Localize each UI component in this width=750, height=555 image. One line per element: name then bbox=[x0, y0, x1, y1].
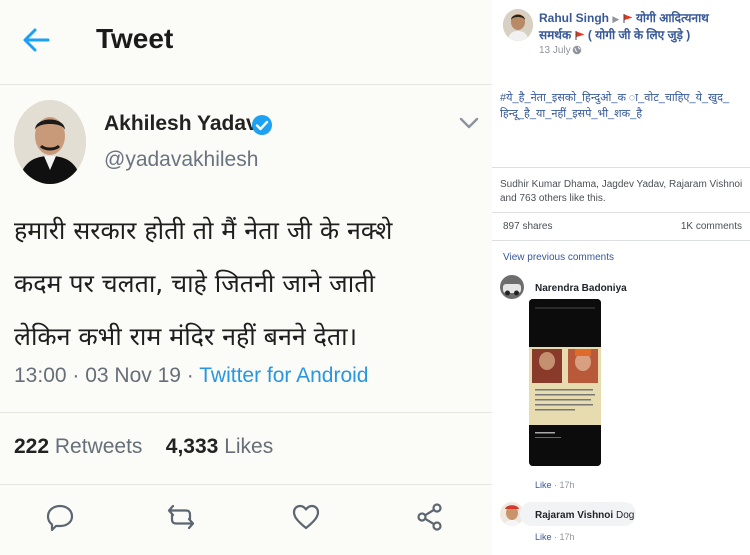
comments-count[interactable]: 1K comments bbox=[681, 221, 742, 232]
comment-actions: Like · 17h bbox=[535, 532, 575, 542]
saffron-flag-icon bbox=[575, 31, 585, 41]
comment-body: Rajaram Vishnoi Dog bbox=[535, 510, 634, 521]
likes-label: Likes bbox=[224, 435, 274, 458]
like-heart-icon[interactable] bbox=[291, 502, 321, 532]
tweet-text-line: कदम पर चलता, चाहे जितनी जाने जाती bbox=[14, 269, 375, 298]
globe-icon bbox=[572, 45, 582, 55]
page-title: Tweet bbox=[96, 23, 174, 54]
post-header-text: Rahul Singh ▶ योगी आदित्यनाथ समर्थक ( यो… bbox=[539, 10, 744, 43]
poster-avatar[interactable] bbox=[503, 9, 533, 41]
divider bbox=[492, 167, 750, 168]
tweet-meta: 13:00 · 03 Nov 19 · Twitter for Android bbox=[14, 364, 368, 388]
author-name[interactable]: Akhilesh Yadav bbox=[104, 112, 258, 136]
reply-icon[interactable] bbox=[45, 502, 75, 532]
comment-image[interactable] bbox=[529, 299, 601, 466]
comment-like-link[interactable]: Like bbox=[535, 532, 552, 542]
comment-text: Dog bbox=[615, 510, 635, 521]
divider bbox=[0, 412, 492, 413]
divider bbox=[492, 212, 750, 213]
tweet-timestamp: 13:00 · 03 Nov 19 · bbox=[14, 364, 200, 387]
caret-right-icon: ▶ bbox=[612, 14, 620, 24]
comment-author[interactable]: Narendra Badoniya bbox=[535, 283, 627, 294]
chevron-down-icon[interactable] bbox=[458, 116, 480, 130]
likes-stat[interactable]: 4,333 Likes bbox=[166, 435, 273, 458]
back-arrow-icon[interactable] bbox=[22, 26, 50, 54]
saffron-flag-icon bbox=[623, 14, 633, 24]
tweet-text-line: लेकिन कभी राम मंदिर नहीं बनने देता। bbox=[14, 322, 358, 351]
comment-author[interactable]: Rajaram Vishnoi bbox=[535, 510, 613, 521]
tweet-text: हमारी सरकार होती तो मैं नेता जी के नक्शे… bbox=[14, 204, 484, 363]
comment-time[interactable]: · 17h bbox=[554, 480, 575, 490]
tweet-source-link[interactable]: Twitter for Android bbox=[199, 364, 368, 387]
facebook-post-panel: Rahul Singh ▶ योगी आदित्यनाथ समर्थक ( यो… bbox=[492, 0, 750, 555]
tweet-panel: Tweet Akhilesh Yadav @yadavakhilesh हमार… bbox=[0, 0, 492, 555]
retweets-stat[interactable]: 222 Retweets bbox=[14, 435, 142, 458]
share-icon[interactable] bbox=[415, 502, 445, 532]
retweets-count: 222 bbox=[14, 435, 50, 458]
hashtag-link[interactable]: #ये_है_नेता_इसको_हिन्दुओ_क ा_वोट_चाहिए_य… bbox=[500, 90, 746, 122]
retweets-label: Retweets bbox=[54, 435, 143, 458]
comment-actions: Like · 17h bbox=[535, 480, 575, 490]
avatar[interactable] bbox=[14, 100, 86, 184]
author-handle[interactable]: @yadavakhilesh bbox=[104, 148, 258, 172]
tweet-text-line: हमारी सरकार होती तो मैं नेता जी के नक्शे bbox=[14, 216, 393, 245]
view-previous-comments-link[interactable]: View previous comments bbox=[503, 252, 614, 263]
likers-text[interactable]: Sudhir Kumar Dhama, Jagdev Yadav, Rajara… bbox=[500, 178, 744, 206]
divider bbox=[0, 484, 492, 485]
commenter-avatar[interactable] bbox=[500, 275, 524, 299]
tweet-stats: 222 Retweets 4,333 Likes bbox=[14, 435, 273, 459]
likes-count: 4,333 bbox=[165, 435, 219, 458]
header-divider bbox=[0, 84, 492, 85]
comment-time[interactable]: · 17h bbox=[554, 532, 575, 542]
comment-like-link[interactable]: Like bbox=[535, 480, 552, 490]
verified-badge-icon bbox=[252, 115, 272, 135]
shares-count[interactable]: 897 shares bbox=[503, 221, 552, 232]
divider bbox=[492, 240, 750, 241]
post-time[interactable]: 13 July bbox=[539, 45, 571, 56]
group-suffix[interactable]: ( योगी जी के लिए जुड़े ) bbox=[588, 28, 690, 42]
poster-name[interactable]: Rahul Singh bbox=[539, 11, 609, 25]
retweet-icon[interactable] bbox=[166, 502, 196, 532]
